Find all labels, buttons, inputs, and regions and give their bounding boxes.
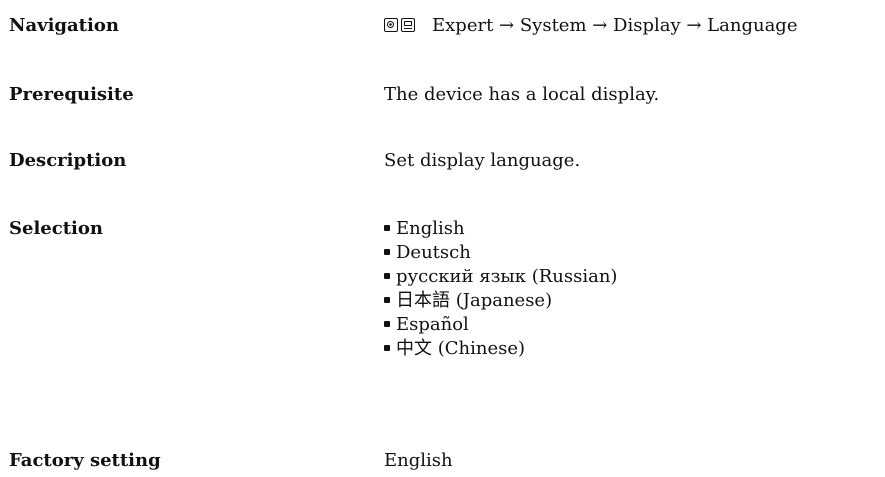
- description-text: Set display language.: [384, 150, 581, 171]
- list-item: 日本語 (Japanese): [384, 289, 617, 313]
- factory-setting-value: English: [384, 450, 453, 471]
- bullet-icon: [384, 345, 390, 351]
- list-item: русский язык (Russian): [384, 265, 617, 289]
- list-item: Deutsch: [384, 241, 617, 265]
- navigation-icons: [384, 14, 418, 38]
- description-label: Description: [9, 150, 127, 171]
- list-item: English: [384, 217, 617, 241]
- factory-setting-label: Factory setting: [9, 450, 161, 471]
- list-item: 中文 (Chinese): [384, 337, 617, 361]
- screen-icon: [401, 18, 415, 32]
- bullet-icon: [384, 249, 390, 255]
- bullet-icon: [384, 273, 390, 279]
- navigation-path: Expert → System → Display → Language: [432, 15, 798, 36]
- navigation-value: Expert → System → Display → Language: [384, 14, 797, 38]
- navigation-label: Navigation: [9, 15, 119, 36]
- bullet-icon: [384, 225, 390, 231]
- bullet-icon: [384, 321, 390, 327]
- keypad-icon: [384, 18, 398, 32]
- list-item: Español: [384, 313, 617, 337]
- bullet-icon: [384, 297, 390, 303]
- prerequisite-text: The device has a local display.: [384, 84, 660, 105]
- prerequisite-label: Prerequisite: [9, 84, 134, 105]
- selection-label: Selection: [9, 218, 103, 239]
- selection-list: English Deutsch русский язык (Russian) 日…: [384, 217, 617, 361]
